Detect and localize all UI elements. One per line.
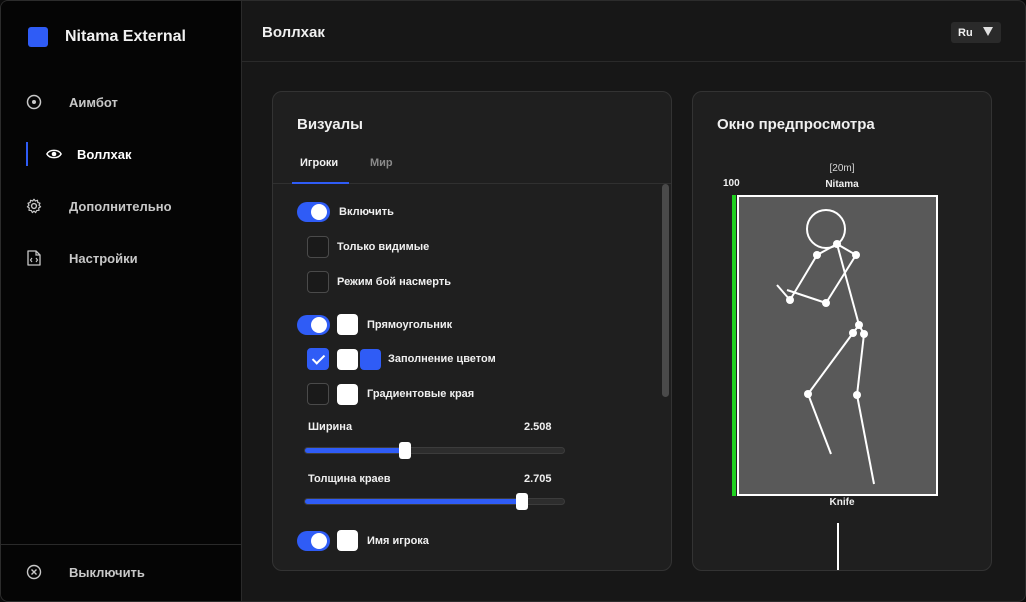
slider-fill bbox=[305, 448, 405, 453]
enable-toggle[interactable] bbox=[297, 202, 330, 222]
file-code-icon bbox=[26, 250, 42, 266]
deathmatch-checkbox[interactable] bbox=[307, 271, 329, 293]
language-select[interactable]: Ru bbox=[951, 22, 1001, 43]
preview-panel: Окно предпросмотра [20m] Nitama 100 Knif… bbox=[692, 91, 992, 571]
slider-thumb[interactable] bbox=[399, 442, 411, 459]
only-visible-row: Только видимые bbox=[307, 236, 429, 258]
box-color-swatch[interactable] bbox=[337, 314, 358, 335]
edge-thickness-slider[interactable] bbox=[304, 493, 565, 510]
eye-icon bbox=[46, 146, 62, 162]
toggle-knob bbox=[311, 532, 327, 549]
chevron-down-icon bbox=[983, 27, 993, 36]
language-value: Ru bbox=[958, 26, 973, 39]
toggle-knob bbox=[311, 316, 327, 333]
box-toggle[interactable] bbox=[297, 314, 330, 335]
only-visible-checkbox[interactable] bbox=[307, 236, 329, 258]
app-window: Nitama External Аимбот Воллхак Дополните… bbox=[0, 0, 1026, 602]
fill-color-swatch-secondary[interactable] bbox=[360, 348, 381, 370]
player-skeleton-icon bbox=[776, 209, 875, 485]
sidebar-item-settings[interactable]: Настройки bbox=[1, 243, 241, 273]
width-label: Ширина bbox=[308, 421, 353, 433]
preview-esp-box bbox=[737, 195, 938, 496]
brand-logo-icon bbox=[28, 27, 48, 47]
active-indicator bbox=[26, 142, 28, 166]
sidebar-item-label: Воллхак bbox=[77, 146, 132, 162]
gear-icon bbox=[26, 198, 42, 214]
preview-health-value: 100 bbox=[723, 178, 740, 189]
fill-color-swatch-primary[interactable] bbox=[337, 348, 358, 370]
fill-label: Заполнение цветом bbox=[388, 353, 496, 365]
preview-weapon: Knife bbox=[829, 497, 855, 508]
player-name-color-swatch[interactable] bbox=[337, 530, 358, 551]
brand: Nitama External bbox=[28, 27, 186, 47]
enable-label: Включить bbox=[339, 206, 394, 218]
enable-row: Включить bbox=[297, 202, 394, 222]
target-icon bbox=[26, 94, 42, 110]
width-slider[interactable] bbox=[304, 442, 565, 459]
box-label: Прямоугольник bbox=[367, 318, 453, 331]
sidebar-item-label: Дополнительно bbox=[69, 198, 172, 214]
exit-label: Выключить bbox=[69, 565, 145, 580]
header: Воллхак Ru bbox=[242, 1, 1025, 62]
page-title: Воллхак bbox=[262, 24, 325, 41]
edge-thickness-value: 2.705 bbox=[524, 473, 552, 485]
sidebar-item-label: Настройки bbox=[69, 250, 138, 266]
scrollbar[interactable] bbox=[662, 184, 669, 397]
player-name-toggle[interactable] bbox=[297, 530, 330, 551]
preview-distance: [20m] bbox=[829, 163, 855, 174]
gradient-row: Градиентовые края bbox=[307, 383, 474, 405]
gradient-label: Градиентовые края bbox=[367, 388, 475, 400]
fill-checkbox[interactable] bbox=[307, 348, 329, 370]
edge-thickness-label: Толщина краев bbox=[308, 473, 391, 485]
player-name-row: Имя игрока bbox=[297, 530, 429, 551]
exit-button[interactable]: Выключить bbox=[1, 544, 241, 601]
slider-fill bbox=[305, 499, 522, 504]
deathmatch-row: Режим бой насмерть bbox=[307, 271, 451, 293]
deathmatch-label: Режим бой насмерть bbox=[337, 276, 451, 288]
visuals-panel: Визуалы Игроки Мир Включить Только видим… bbox=[272, 91, 672, 571]
tab-bar: Игроки Мир bbox=[273, 154, 671, 184]
preview-health-bar bbox=[732, 195, 736, 496]
preview-snapline bbox=[837, 523, 839, 570]
width-value: 2.508 bbox=[524, 421, 552, 433]
fill-row: Заполнение цветом bbox=[307, 348, 496, 370]
slider-thumb[interactable] bbox=[516, 493, 528, 510]
app-name: Nitama External bbox=[65, 28, 186, 45]
player-name-label: Имя игрока bbox=[367, 534, 429, 547]
toggle-knob bbox=[311, 204, 327, 220]
tab-underline bbox=[292, 182, 349, 184]
panel-title: Окно предпросмотра bbox=[717, 116, 875, 133]
sidebar-item-misc[interactable]: Дополнительно bbox=[1, 191, 241, 221]
panel-title: Визуалы bbox=[297, 116, 363, 133]
only-visible-label: Только видимые bbox=[337, 241, 430, 253]
sidebar: Nitama External Аимбот Воллхак Дополните… bbox=[1, 1, 242, 601]
gradient-checkbox[interactable] bbox=[307, 383, 329, 405]
gradient-color-swatch[interactable] bbox=[337, 383, 358, 405]
sidebar-item-wallhack[interactable]: Воллхак bbox=[1, 139, 241, 169]
close-circle-icon bbox=[26, 564, 42, 585]
sidebar-item-aimbot[interactable]: Аимбот bbox=[1, 87, 241, 117]
box-row: Прямоугольник bbox=[297, 314, 452, 335]
tab-world[interactable]: Мир bbox=[370, 157, 393, 169]
tab-players[interactable]: Игроки bbox=[300, 157, 338, 169]
sidebar-item-label: Аимбот bbox=[69, 94, 118, 110]
